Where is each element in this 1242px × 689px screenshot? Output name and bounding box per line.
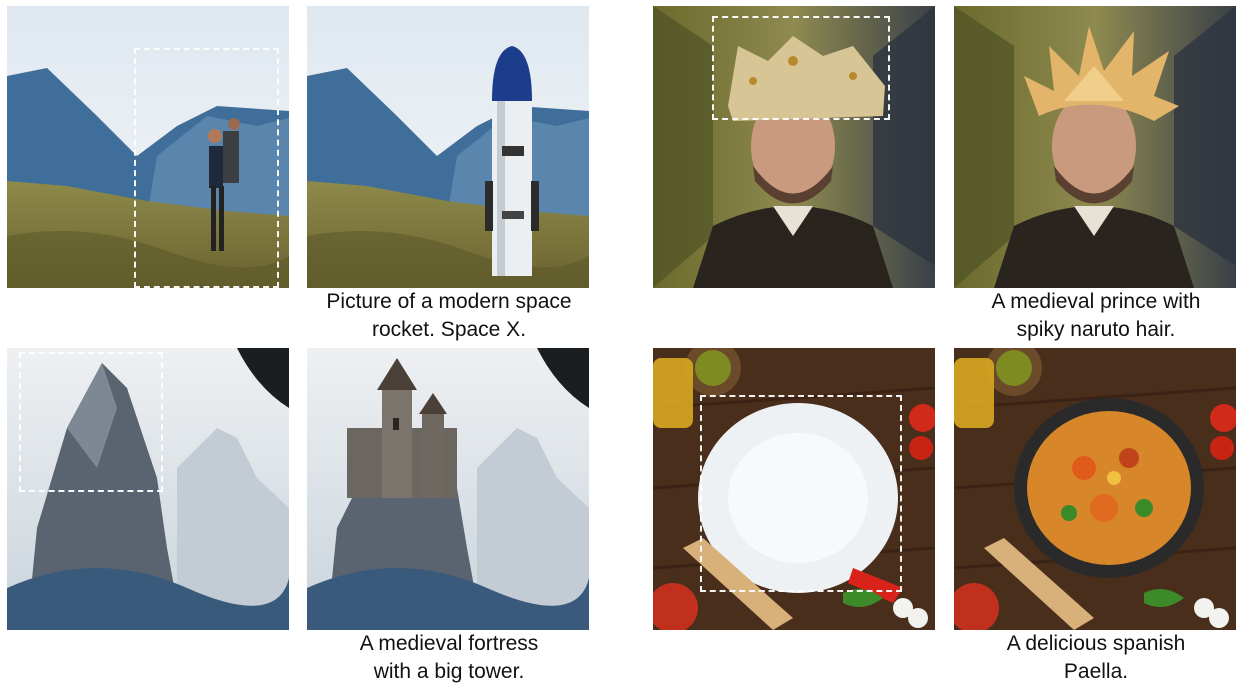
caption-prince: A medieval prince with spiky naruto hair… [991, 290, 1201, 341]
paella-pan-figure [1014, 398, 1204, 578]
edit-mask-region [712, 16, 890, 120]
input-image-flour [653, 348, 935, 630]
edit-mask-region [134, 48, 279, 288]
caption-fortress: A medieval fortress with a big tower. [359, 632, 539, 683]
output-image-paella [954, 348, 1236, 630]
output-image-fortress [307, 348, 589, 630]
input-image-hiker [7, 6, 289, 288]
input-image-peak [7, 348, 289, 630]
edit-mask-region [19, 352, 163, 492]
caption-paella: A delicious spanish Paella. [1006, 632, 1186, 683]
output-image-rocket [307, 6, 589, 288]
input-image-crown [653, 6, 935, 288]
output-image-spiky-hair [954, 6, 1236, 288]
edit-mask-region [700, 395, 902, 592]
rocket-figure [485, 46, 539, 276]
caption-rocket: Picture of a modern space rocket. Space … [326, 290, 572, 341]
